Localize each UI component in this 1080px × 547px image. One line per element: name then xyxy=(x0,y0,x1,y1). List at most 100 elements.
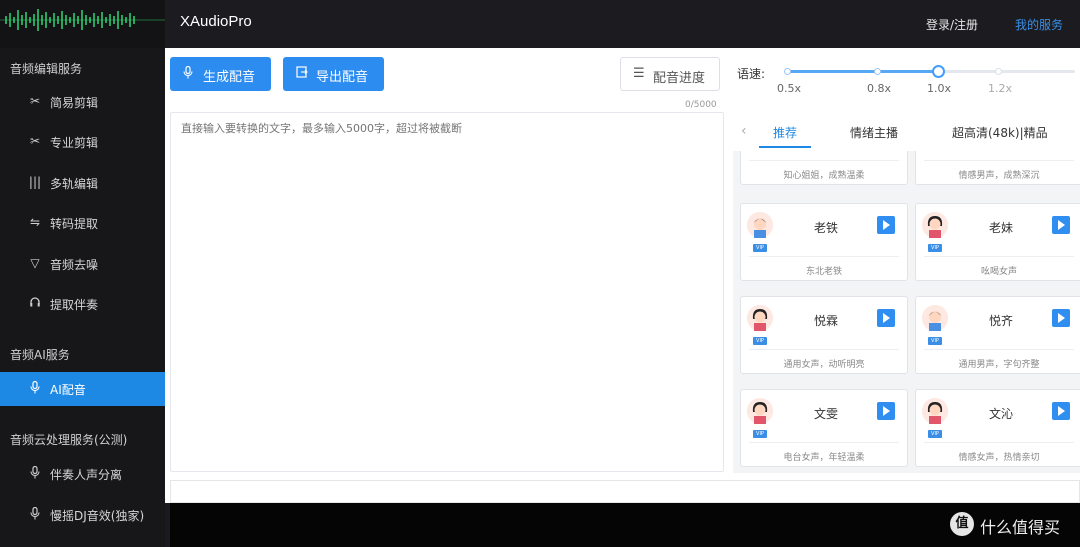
voice-desc: 情感男声，成熟深沉 xyxy=(958,171,1040,181)
play-icon[interactable] xyxy=(1052,309,1070,327)
voice-desc: 东北老铁 xyxy=(805,267,842,277)
export-icon xyxy=(296,66,308,81)
list-icon: ☰ xyxy=(633,66,645,81)
tab-emotional-anchor[interactable]: 情绪主播 xyxy=(850,124,898,141)
sidebar-group-title: 音频编辑服务 xyxy=(10,62,83,76)
login-link[interactable]: 登录/注册 xyxy=(926,16,978,33)
female-avatar-icon xyxy=(922,398,948,424)
sidebar-item-pro-edit[interactable]: ✂ 专业剪辑 xyxy=(0,125,165,159)
voice-card[interactable]: VIP 悦霖 通用女声，动听明亮 xyxy=(740,296,908,374)
sidebar-group-title: 音频云处理服务(公测) xyxy=(10,433,128,447)
card-divider xyxy=(924,442,1074,443)
sidebar-item-denoise[interactable]: ▽ 音频去噪 xyxy=(0,247,165,281)
mic-icon xyxy=(28,465,42,482)
sidebar-item-label: 简易剪辑 xyxy=(50,96,99,110)
speed-slider-handle[interactable] xyxy=(932,65,945,78)
play-icon[interactable] xyxy=(877,309,895,327)
speed-stop[interactable] xyxy=(995,68,1002,75)
vip-badge: VIP xyxy=(753,244,767,252)
sidebar-item-extract-accompaniment[interactable]: 提取伴奏 xyxy=(0,287,165,321)
app-title: XAudioPro xyxy=(180,13,252,30)
voice-name: 悦霖 xyxy=(813,314,838,328)
footer-bar xyxy=(170,503,1080,547)
watermark-logo-icon: 值 xyxy=(950,512,974,536)
voice-card[interactable]: 知心姐姐，成熟温柔 xyxy=(740,151,908,185)
sidebar-item-multitrack[interactable]: ||| 多轨编辑 xyxy=(0,166,165,200)
vip-badge: VIP xyxy=(928,337,942,345)
sidebar-item-vocal-separation[interactable]: 伴奏人声分离 xyxy=(0,457,165,491)
vip-badge: VIP xyxy=(928,430,942,438)
speed-slider-fill xyxy=(787,70,938,73)
card-divider xyxy=(749,256,899,257)
voice-card[interactable]: VIP 文沁 情感女声，热情亲切 xyxy=(915,389,1080,467)
card-divider xyxy=(924,160,1074,161)
sidebar-item-label: 提取伴奏 xyxy=(50,298,99,312)
button-label: 生成配音 xyxy=(203,70,256,85)
dubbing-progress-button[interactable]: ☰ 配音进度 xyxy=(620,57,720,91)
sidebar-item-label: 伴奏人声分离 xyxy=(50,468,123,482)
sidebar-item-dj-effect[interactable]: 慢摇DJ音效(独家) xyxy=(0,498,165,532)
voice-card[interactable]: VIP 文雯 电台女声，年轻温柔 xyxy=(740,389,908,467)
speed-mark: 1.0x xyxy=(927,82,952,95)
sidebar-item-transcode[interactable]: ⇋ 转码提取 xyxy=(0,206,165,240)
voice-list: 知心姐姐，成熟温柔 情感男声，成熟深沉 VIP 老铁 东北老铁 VIP 老妹 吆… xyxy=(733,151,1080,473)
voice-desc: 吆喝女声 xyxy=(980,267,1017,277)
voice-desc: 知心姐姐，成熟温柔 xyxy=(783,171,865,181)
voice-name: 文雯 xyxy=(813,407,838,421)
voice-category-tabs: ‹ 推荐 情绪主播 超高清(48k)|精品 xyxy=(733,115,1080,151)
my-service-link[interactable]: 我的服务 xyxy=(1015,16,1063,33)
speed-mark: 1.2x xyxy=(988,82,1013,95)
voice-card[interactable]: VIP 悦齐 通用男声，字句齐整 xyxy=(915,296,1080,374)
mic-icon xyxy=(183,65,193,82)
button-label: 配音进度 xyxy=(653,71,706,86)
sidebar-item-label: 专业剪辑 xyxy=(50,136,99,150)
scissors-icon: ✂ xyxy=(29,94,41,108)
scissors-icon: ✂ xyxy=(29,134,41,148)
sidebar-item-label: 转码提取 xyxy=(50,217,99,231)
voice-card[interactable]: VIP 老妹 吆喝女声 xyxy=(915,203,1080,281)
text-input[interactable] xyxy=(170,112,724,472)
voice-desc: 通用女声，动听明亮 xyxy=(783,360,865,370)
voice-name: 老妹 xyxy=(988,221,1013,235)
voice-name: 老铁 xyxy=(813,221,838,235)
main-panel: 生成配音 导出配音 ☰ 配音进度 0/5000 语速: 0.5x 0.8x 1.… xyxy=(165,48,1080,503)
voice-card[interactable]: 情感男声，成熟深沉 xyxy=(915,151,1080,185)
sidebar-item-simple-edit[interactable]: ✂ 简易剪辑 xyxy=(0,85,165,119)
tab-recommended[interactable]: 推荐 xyxy=(773,124,797,141)
play-icon[interactable] xyxy=(1052,216,1070,234)
tab-active-indicator xyxy=(759,146,811,148)
chevron-left-icon[interactable]: ‹ xyxy=(741,123,747,139)
sidebar-item-label: 音频去噪 xyxy=(50,258,99,272)
speed-stop[interactable] xyxy=(874,68,881,75)
tracks-icon: ||| xyxy=(28,175,42,189)
voice-desc: 通用男声，字句齐整 xyxy=(958,360,1040,370)
card-divider xyxy=(749,160,899,161)
play-icon[interactable] xyxy=(1052,402,1070,420)
logo-waveform-icon[interactable] xyxy=(0,0,165,48)
bottom-scroll-strip xyxy=(170,480,1080,503)
button-label: 导出配音 xyxy=(316,70,369,85)
female-avatar-icon xyxy=(922,212,948,238)
export-dubbing-button[interactable]: 导出配音 xyxy=(283,57,384,91)
tab-ultra-hd[interactable]: 超高清(48k)|精品 xyxy=(952,124,1048,141)
speed-mark: 0.8x xyxy=(867,82,892,95)
voice-name: 文沁 xyxy=(988,407,1013,421)
watermark-text: 什么值得买 xyxy=(980,518,1061,537)
sidebar: 音频编辑服务 ✂ 简易剪辑 ✂ 专业剪辑 ||| 多轨编辑 ⇋ 转码提取 ▽ 音… xyxy=(0,48,165,547)
headphones-icon xyxy=(28,296,42,311)
sidebar-item-ai-dubbing[interactable]: AI配音 xyxy=(0,372,165,406)
generate-dubbing-button[interactable]: 生成配音 xyxy=(170,57,271,91)
voice-card[interactable]: VIP 老铁 东北老铁 xyxy=(740,203,908,281)
card-divider xyxy=(749,442,899,443)
top-bar: XAudioPro 登录/注册 我的服务 xyxy=(0,0,1080,48)
play-icon[interactable] xyxy=(877,216,895,234)
female-avatar-icon xyxy=(747,398,773,424)
char-count: 0/5000 xyxy=(685,100,717,110)
speed-stop[interactable] xyxy=(784,68,791,75)
card-divider xyxy=(924,256,1074,257)
speed-mark: 0.5x xyxy=(777,82,802,95)
speed-slider[interactable] xyxy=(784,65,1075,78)
play-icon[interactable] xyxy=(877,402,895,420)
voice-desc: 情感女声，热情亲切 xyxy=(958,453,1040,463)
voice-desc: 电台女声，年轻温柔 xyxy=(783,453,865,463)
